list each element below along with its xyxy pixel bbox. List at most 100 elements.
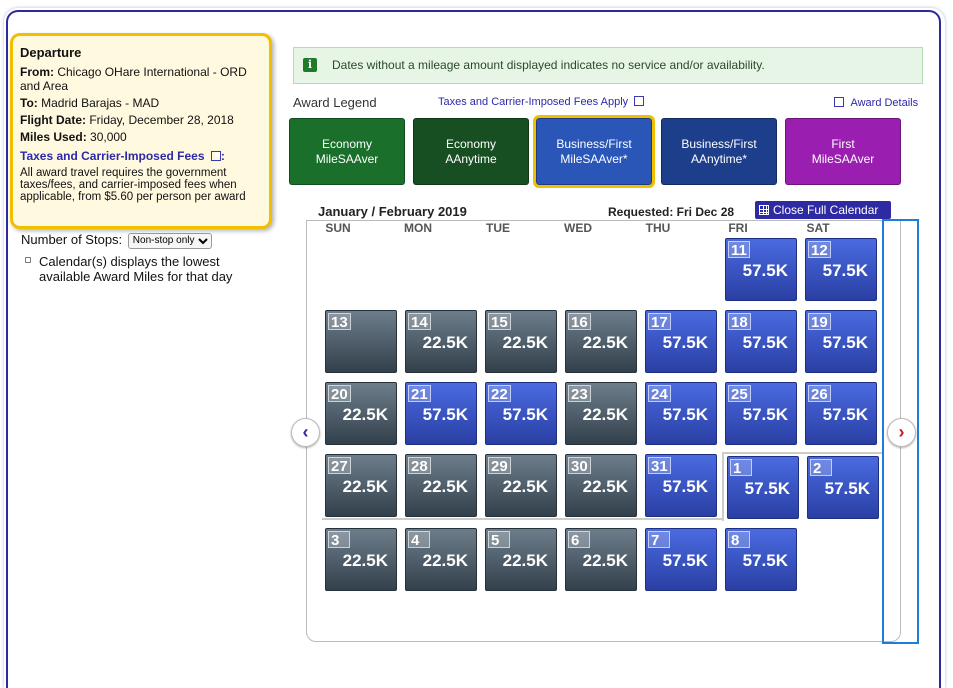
weekday-0: SUN xyxy=(325,221,351,235)
day-number: 3 xyxy=(328,531,350,549)
day-miles: 57.5K xyxy=(744,479,790,498)
legend-item-4[interactable]: First MileSAAver xyxy=(785,118,901,185)
day-number: 24 xyxy=(648,385,671,403)
legend-item-line1: Business/First xyxy=(556,136,632,151)
day-miles: 22.5K xyxy=(342,405,388,424)
day-number: 21 xyxy=(408,385,431,403)
calendar-day[interactable]: 18 57.5K xyxy=(725,310,797,373)
legend-item-3[interactable]: Business/First AAnytime* xyxy=(661,118,777,185)
calendar-day[interactable]: 6 22.5K xyxy=(565,528,637,591)
miles-label: Miles Used: xyxy=(20,130,87,144)
calendar-day[interactable]: 11 57.5K xyxy=(725,238,797,301)
day-number: 13 xyxy=(328,313,351,331)
calendar-day[interactable]: 1 57.5K xyxy=(727,456,799,519)
calendar-day[interactable]: 8 57.5K xyxy=(725,528,797,591)
calendar-day[interactable]: 28 22.5K xyxy=(405,454,477,517)
day-number: 15 xyxy=(488,313,511,331)
calendar-info-text: Calendar(s) displays the lowest availabl… xyxy=(39,254,233,284)
stops-label: Number of Stops: xyxy=(21,232,123,247)
legend-item-line1: Business/First xyxy=(681,136,757,151)
external-link-icon xyxy=(210,151,221,161)
calendar-day[interactable]: 7 57.5K xyxy=(645,528,717,591)
taxes-fees-link[interactable]: Taxes and Carrier-Imposed Fees : xyxy=(20,149,262,163)
day-miles: 22.5K xyxy=(502,551,548,570)
day-number: 5 xyxy=(488,531,510,549)
day-miles: 22.5K xyxy=(342,551,388,570)
departure-date: Flight Date: Friday, December 28, 2018 xyxy=(20,113,262,127)
weekday-2: TUE xyxy=(486,221,510,235)
calendar-day[interactable]: 23 22.5K xyxy=(565,382,637,445)
day-miles: 57.5K xyxy=(662,333,708,352)
previous-week-button[interactable]: ‹ xyxy=(291,418,320,447)
calendar-day[interactable]: 24 57.5K xyxy=(645,382,717,445)
taxes-note: All award travel requires the government… xyxy=(20,167,246,203)
calendar-day[interactable]: 22 57.5K xyxy=(485,382,557,445)
info-banner: i Dates without a mileage amount display… xyxy=(293,47,923,84)
weekday-5: FRI xyxy=(728,221,748,235)
day-miles: 22.5K xyxy=(422,551,468,570)
calendar-day[interactable]: 12 57.5K xyxy=(805,238,877,301)
legend-item-2[interactable]: Business/First MileSAAver* xyxy=(533,115,655,188)
calendar-day[interactable]: 21 57.5K xyxy=(405,382,477,445)
day-miles: 57.5K xyxy=(662,551,708,570)
calendar-grid-icon xyxy=(759,205,769,215)
calendar-day[interactable]: 27 22.5K xyxy=(325,454,397,517)
day-number: 28 xyxy=(408,457,431,475)
legend-item-0[interactable]: Economy MileSAAver xyxy=(289,118,405,185)
day-miles: 57.5K xyxy=(742,551,788,570)
day-number: 18 xyxy=(728,313,751,331)
calendar-day[interactable]: 16 22.5K xyxy=(565,310,637,373)
day-number: 11 xyxy=(728,241,750,259)
calendar-day[interactable]: 26 57.5K xyxy=(805,382,877,445)
calendar-day[interactable]: 4 22.5K xyxy=(405,528,477,591)
taxes-colon: : xyxy=(220,149,225,163)
day-miles: 57.5K xyxy=(822,333,868,352)
day-number: 6 xyxy=(568,531,590,549)
close-calendar-button[interactable]: Close Full Calendar xyxy=(755,201,891,219)
taxes-fees-title[interactable]: Taxes and Carrier-Imposed Fees xyxy=(20,149,205,163)
date-label: Flight Date: xyxy=(20,113,86,127)
day-number: 14 xyxy=(408,313,431,331)
departure-title: Departure xyxy=(20,45,82,60)
departure-summary: Departure From: Chicago OHare Internatio… xyxy=(10,33,272,229)
calendar-day[interactable]: 31 57.5K xyxy=(645,454,717,517)
legend-item-line2: MileSAAver xyxy=(315,151,379,166)
day-miles: 22.5K xyxy=(582,333,628,352)
calendar-day[interactable]: 5 22.5K xyxy=(485,528,557,591)
from-label: From: xyxy=(20,65,54,79)
day-number: 17 xyxy=(648,313,671,331)
calendar-day[interactable]: 14 22.5K xyxy=(405,310,477,373)
calendar-day[interactable]: 25 57.5K xyxy=(725,382,797,445)
close-calendar-label[interactable]: Close Full Calendar xyxy=(773,203,878,217)
award-details-link[interactable]: Award Details xyxy=(834,97,918,109)
focus-highlight xyxy=(882,219,919,644)
calendar-day[interactable]: 19 57.5K xyxy=(805,310,877,373)
taxes-apply-link[interactable]: Taxes and Carrier-Imposed Fees Apply xyxy=(438,96,645,108)
day-number: 1 xyxy=(730,459,752,477)
award-details-text[interactable]: Award Details xyxy=(850,97,918,109)
calendar-day[interactable]: 17 57.5K xyxy=(645,310,717,373)
external-link-icon xyxy=(634,96,645,106)
day-miles: 22.5K xyxy=(582,405,628,424)
calendar-day[interactable]: 29 22.5K xyxy=(485,454,557,517)
day-number: 7 xyxy=(648,531,670,549)
bullet-icon xyxy=(25,257,31,263)
calendar-day[interactable]: 3 22.5K xyxy=(325,528,397,591)
calendar-day[interactable]: 15 22.5K xyxy=(485,310,557,373)
calendar-day[interactable]: 20 22.5K xyxy=(325,382,397,445)
day-miles: 22.5K xyxy=(422,333,468,352)
weekday-6: SAT xyxy=(806,221,830,235)
day-number: 31 xyxy=(648,457,671,475)
day-number: 25 xyxy=(728,385,751,403)
stops-select[interactable]: Non-stop only xyxy=(127,232,212,249)
day-number: 12 xyxy=(808,241,831,259)
day-miles: 22.5K xyxy=(502,333,548,352)
calendar-day[interactable]: 13 xyxy=(325,310,397,373)
legend-item-1[interactable]: Economy AAnytime xyxy=(413,118,529,185)
calendar-day[interactable]: 30 22.5K xyxy=(565,454,637,517)
taxes-apply-text[interactable]: Taxes and Carrier-Imposed Fees Apply xyxy=(438,96,628,108)
calendar-day[interactable]: 2 57.5K xyxy=(807,456,879,519)
weekday-4: THU xyxy=(645,221,671,235)
external-link-icon xyxy=(834,97,844,107)
day-number: 16 xyxy=(568,313,591,331)
